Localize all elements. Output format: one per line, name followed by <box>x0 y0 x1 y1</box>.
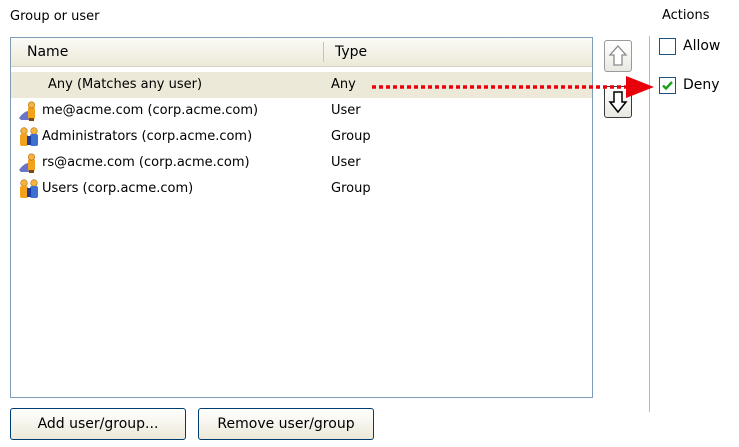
row-name: Users (corp.acme.com) <box>42 181 194 196</box>
list-header: Name Type <box>11 38 592 67</box>
table-row[interactable]: Administrators (corp.acme.com) Group <box>11 124 592 150</box>
row-type: Group <box>331 129 371 144</box>
add-user-group-button[interactable]: Add user/group... <box>10 408 186 440</box>
move-up-button[interactable] <box>604 40 632 72</box>
column-header-type[interactable]: Type <box>335 38 367 66</box>
arrow-up-icon <box>608 45 628 66</box>
row-type: User <box>331 103 361 118</box>
deny-label[interactable]: Deny <box>683 77 720 93</box>
row-type: Any <box>331 77 356 92</box>
column-header-name[interactable]: Name <box>27 38 68 66</box>
allow-label[interactable]: Allow <box>683 38 720 54</box>
row-type: User <box>331 155 361 170</box>
checkmark-icon <box>662 81 673 91</box>
row-name: rs@acme.com (corp.acme.com) <box>42 155 250 170</box>
user-icon <box>19 101 36 121</box>
group-icon <box>20 179 38 198</box>
remove-user-group-button[interactable]: Remove user/group <box>198 408 374 440</box>
row-type: Group <box>331 181 371 196</box>
row-name: me@acme.com (corp.acme.com) <box>42 103 259 118</box>
annotation-arrow <box>372 76 654 98</box>
row-name: Administrators (corp.acme.com) <box>42 129 253 144</box>
actions-label: Actions <box>662 8 710 23</box>
allow-checkbox[interactable] <box>659 38 676 55</box>
row-name: Any (Matches any user) <box>48 77 203 92</box>
user-icon <box>19 153 36 173</box>
group-icon <box>20 127 38 146</box>
column-separator[interactable] <box>323 42 324 62</box>
group-or-user-label: Group or user <box>10 9 100 24</box>
table-row[interactable]: rs@acme.com (corp.acme.com) User <box>11 150 592 176</box>
deny-checkbox[interactable] <box>659 77 676 94</box>
table-row[interactable]: Users (corp.acme.com) Group <box>11 176 592 202</box>
